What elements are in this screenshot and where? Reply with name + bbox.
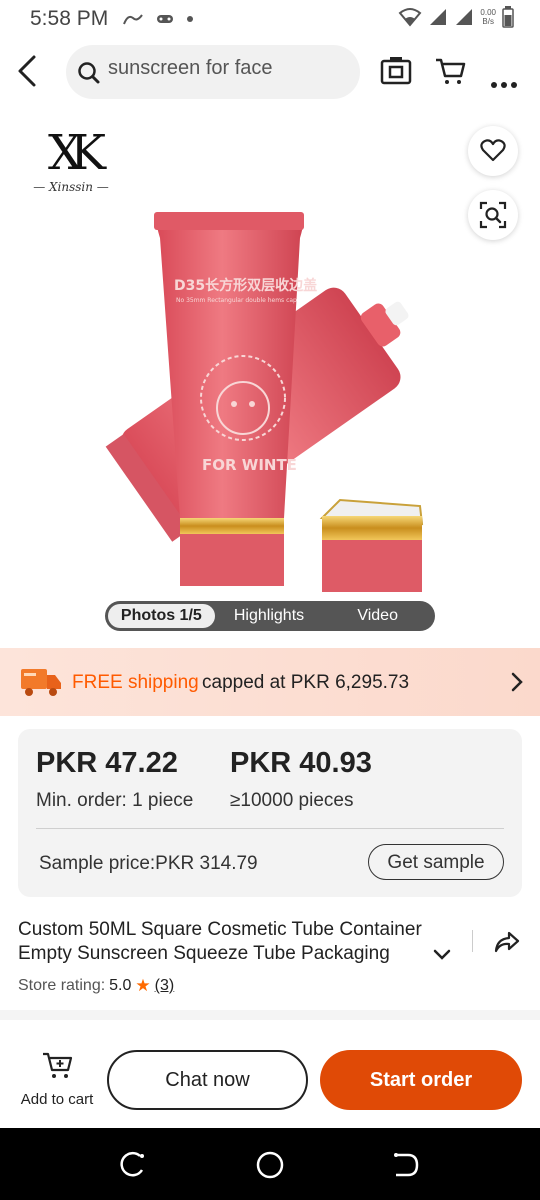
chevron-right-icon (511, 672, 523, 692)
tube-cap (319, 498, 424, 592)
product-image: D35长方形双层收边盖 No 35mm Rectangular double h… (105, 212, 424, 592)
start-order-button[interactable]: Start order (320, 1050, 522, 1110)
price-card: PKR 47.22 PKR 40.93 Min. order: 1 piece … (18, 729, 522, 897)
shipping-cap-label: capped at PKR 6,295.73 (202, 672, 410, 693)
chevron-down-icon (433, 949, 451, 960)
expand-title-button[interactable] (432, 948, 452, 967)
shipping-banner[interactable]: FREE shipping capped at PKR 6,295.73 (0, 648, 540, 716)
back-arrow-icon (18, 55, 36, 87)
net-speed-value: 0.00 (480, 8, 496, 17)
status-bar: 5:58 PM 0.00 B/s (0, 0, 540, 38)
tier2-price: PKR 40.93 (230, 747, 372, 779)
tube-print-caption: FOR WINTE (202, 456, 297, 474)
rating-label: Store rating: (18, 977, 106, 994)
more-button[interactable] (490, 68, 518, 96)
tube-print-subtitle: No 35mm Rectangular double hems cap (176, 297, 297, 304)
status-system-icons: 0.00 B/s (398, 6, 514, 28)
price-divider (36, 828, 504, 829)
search-header: sunscreen for face (0, 40, 540, 102)
store-rating: Store rating: 5.0 ★ (3) (18, 976, 174, 996)
product-title: Custom 50ML Square Cosmetic Tube Contain… (18, 919, 422, 964)
back-button[interactable] (14, 54, 44, 88)
rating-value: 5.0 (109, 977, 132, 994)
back-nav-icon[interactable] (390, 1150, 420, 1180)
action-bar: Add to cart Chat now Start order (0, 1020, 540, 1128)
status-notification-icons (122, 12, 194, 26)
truck-icon (21, 669, 61, 696)
rating-count[interactable]: (3) (155, 977, 175, 995)
more-icon (491, 82, 517, 88)
cart-icon (436, 58, 466, 84)
tab-photos[interactable]: Photos 1/5 (108, 604, 215, 628)
net-speed-unit: B/s (482, 17, 494, 26)
battery-icon (502, 6, 514, 28)
product-gallery[interactable]: XK — Xinssin — D35长方形双层收边盖 No 35mm Recta… (0, 108, 540, 638)
gamepad-icon (157, 15, 174, 23)
favorite-button[interactable] (468, 126, 518, 176)
sample-price: Sample price:PKR 314.79 (39, 853, 258, 874)
free-shipping-label: FREE shipping (72, 672, 199, 693)
get-sample-button[interactable]: Get sample (368, 844, 504, 880)
tier2-moq: ≥10000 pieces (230, 790, 354, 811)
search-query-text: sunscreen for face (108, 57, 273, 79)
share-icon (494, 931, 520, 953)
lens-search-icon (479, 201, 507, 229)
search-icon (78, 62, 100, 84)
notification-app-icon (123, 14, 144, 25)
title-divider (472, 930, 473, 952)
camera-icon (380, 57, 412, 85)
tab-highlights[interactable]: Highlights (215, 604, 324, 628)
tab-video[interactable]: Video (323, 604, 432, 628)
signal-icon-1 (430, 9, 447, 25)
dot-icon (187, 16, 194, 22)
tier1-moq: Min. order: 1 piece (36, 790, 194, 811)
visual-search-button[interactable] (468, 190, 518, 240)
product-title-block: Custom 50ML Square Cosmetic Tube Contain… (18, 918, 458, 966)
section-separator (0, 1010, 540, 1020)
add-to-cart-icon (43, 1052, 73, 1078)
status-time: 5:58 PM (30, 7, 109, 30)
cart-button[interactable] (434, 56, 466, 91)
wifi-icon (399, 8, 422, 27)
signal-icon-2 (456, 9, 473, 25)
share-button[interactable] (494, 930, 520, 959)
recent-apps-icon[interactable] (118, 1150, 148, 1180)
add-to-cart-button[interactable]: Add to cart (14, 1050, 100, 1108)
home-icon[interactable] (255, 1150, 285, 1180)
gallery-tabs: Photos 1/5 Highlights Video (105, 601, 435, 631)
star-icon: ★ (135, 976, 151, 995)
tube-print-title: D35长方形双层收边盖 (174, 277, 317, 294)
tier1-price: PKR 47.22 (36, 747, 178, 779)
system-nav-bar (0, 1128, 540, 1200)
chat-now-button[interactable]: Chat now (107, 1050, 308, 1110)
image-search-button[interactable] (380, 55, 412, 90)
add-to-cart-label: Add to cart (20, 1091, 94, 1108)
heart-icon (480, 139, 506, 162)
search-input[interactable]: sunscreen for face (66, 45, 360, 99)
net-speed: 0.00 B/s (480, 8, 496, 26)
